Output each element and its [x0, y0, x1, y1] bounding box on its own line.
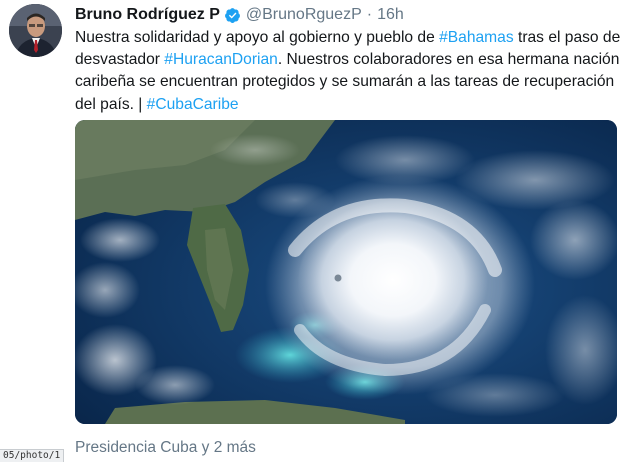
header-separator: ·	[366, 6, 373, 23]
author-avatar[interactable]	[9, 4, 62, 57]
avatar-photo	[9, 4, 62, 57]
tweet-header: Bruno Rodríguez P @BrunoRguezP · 16h	[75, 4, 404, 26]
verified-badge-icon	[224, 7, 240, 23]
tweet-timestamp[interactable]: 16h	[377, 6, 404, 24]
author-name[interactable]: Bruno Rodríguez P	[75, 6, 220, 24]
tweet-media-satellite-image[interactable]	[75, 120, 617, 424]
hashtag-link-huracandorian[interactable]: #HuracanDorian	[164, 51, 278, 68]
tagged-people-link[interactable]: Presidencia Cuba y 2 más	[75, 439, 256, 457]
tweet-text-segment: Nuestra solidaridad y apoyo al gobierno …	[75, 29, 440, 46]
hashtag-link-bahamas[interactable]: #Bahamas	[439, 29, 514, 46]
tweet-text: Nuestra solidaridad y apoyo al gobierno …	[75, 27, 631, 116]
author-handle[interactable]: @BrunoRguezP	[246, 6, 362, 24]
satellite-image	[75, 120, 617, 424]
status-bar-url: 05/photo/1	[0, 449, 65, 462]
hashtag-link-cubacaribe[interactable]: #CubaCaribe	[147, 96, 239, 113]
